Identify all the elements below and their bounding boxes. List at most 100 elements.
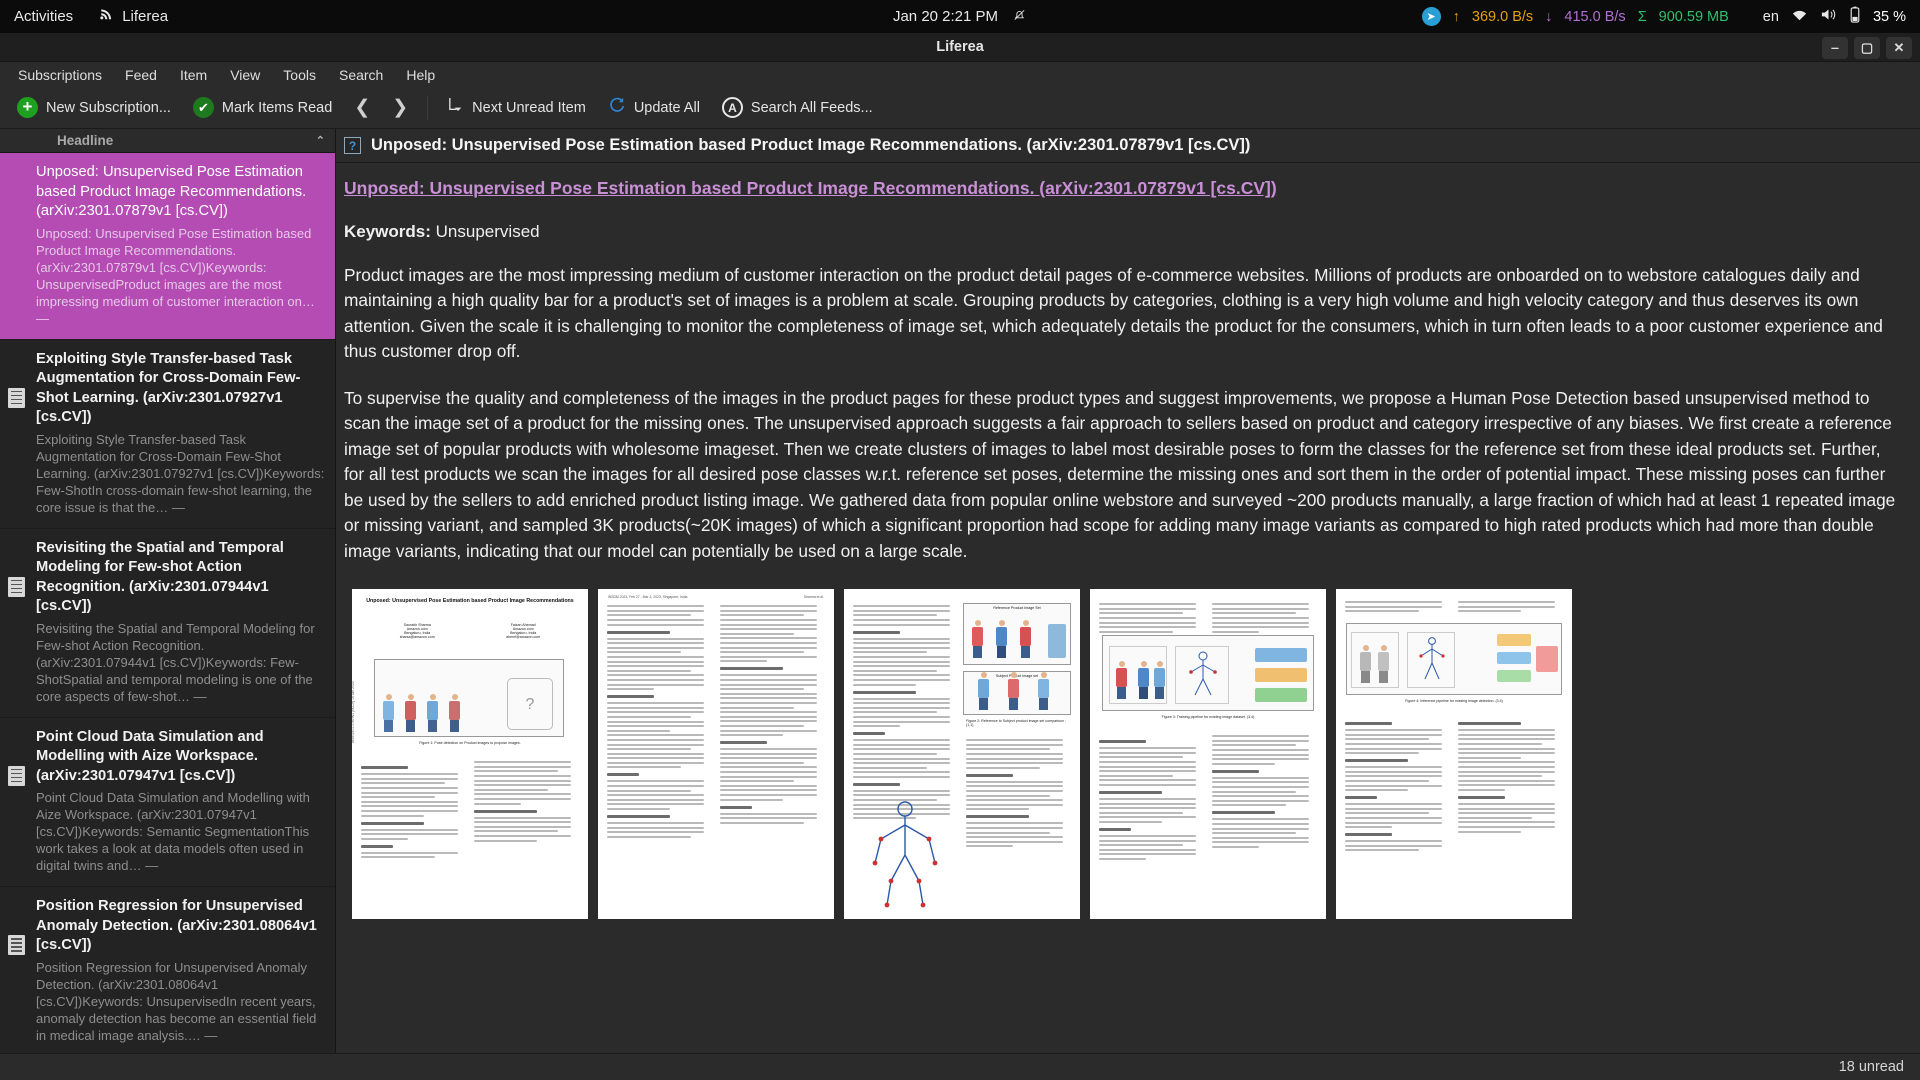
network-total: 900.59 MB bbox=[1658, 8, 1729, 25]
paper-page-thumbnail[interactable]: arXiv:2301.07879v1 [cs.CV] 19 Jan 2023 U… bbox=[352, 589, 588, 920]
update-all-button[interactable]: Update All bbox=[599, 91, 709, 124]
update-all-label: Update All bbox=[633, 99, 700, 116]
battery-percentage: 35 % bbox=[1872, 8, 1906, 25]
search-all-icon: A bbox=[721, 97, 743, 118]
network-up-arrow: ↑ bbox=[1452, 8, 1460, 25]
toolbar-separator bbox=[427, 95, 429, 120]
maximize-button[interactable]: ▢ bbox=[1854, 36, 1880, 59]
network-up-rate: 369.0 B/s bbox=[1471, 8, 1534, 25]
list-item[interactable]: Point Cloud Data Simulation and Modellin… bbox=[0, 718, 335, 887]
sort-caret-icon[interactable]: ⌃ bbox=[316, 134, 325, 147]
gnome-top-bar: Activities Liferea Jan 20 2:21 PM ➤ ↑ 36… bbox=[0, 0, 1920, 33]
paper-figure: Reference Product Image Set bbox=[963, 603, 1071, 666]
list-item[interactable]: Exploiting Style Transfer-based Task Aug… bbox=[0, 340, 335, 529]
author-2: Faizan Ahemad Amazon.com Bengaluru, Indi… bbox=[506, 623, 541, 640]
content-pane: ? Unposed: Unsupervised Pose Estimation … bbox=[336, 129, 1920, 1053]
rss-feed-icon bbox=[99, 7, 114, 26]
mark-items-read-button[interactable]: ✔ Mark Items Read bbox=[184, 92, 341, 123]
battery-icon[interactable] bbox=[1849, 6, 1861, 27]
menu-tools[interactable]: Tools bbox=[273, 64, 326, 86]
content-header: ? Unposed: Unsupervised Pose Estimation … bbox=[336, 129, 1920, 163]
figure-caption: Figure 2: Reference to Subject product i… bbox=[966, 719, 1066, 728]
check-icon: ✔ bbox=[192, 97, 214, 118]
list-item-snippet: Unposed: Unsupervised Pose Estimation ba… bbox=[36, 225, 315, 326]
network-sigma-icon: Σ bbox=[1637, 8, 1647, 25]
figure-caption: Figure 4: Inference pipeline for missing… bbox=[1405, 699, 1503, 704]
page-footer-author: Sharma et al. bbox=[803, 595, 824, 600]
menu-feed[interactable]: Feed bbox=[115, 64, 167, 86]
list-item-title: Unposed: Unsupervised Pose Estimation ba… bbox=[36, 164, 307, 219]
figure-caption: Figure 1: Pose detection on Product imag… bbox=[419, 741, 521, 746]
paper-title: Unposed: Unsupervised Pose Estimation ba… bbox=[366, 598, 574, 605]
item-status-icon bbox=[8, 576, 28, 597]
status-bar: 18 unread bbox=[0, 1053, 1920, 1080]
paper-authors: Saurabh Sharma Amazon.com Bengaluru, Ind… bbox=[364, 623, 576, 639]
plus-icon: + bbox=[17, 97, 38, 118]
item-status-icon bbox=[8, 765, 28, 786]
new-subscription-button[interactable]: + New Subscription... bbox=[8, 92, 180, 123]
keyboard-layout-indicator[interactable]: en bbox=[1763, 9, 1779, 25]
keywords-value: Unsupervised bbox=[435, 221, 540, 241]
item-list-header[interactable]: Headline ⌃ bbox=[0, 129, 335, 153]
pose-skeleton-figure bbox=[872, 801, 938, 908]
window-title: Liferea bbox=[936, 39, 984, 55]
close-button[interactable]: ✕ bbox=[1886, 36, 1912, 59]
article-title-link[interactable]: Unposed: Unsupervised Pose Estimation ba… bbox=[344, 177, 1902, 200]
next-unread-item-button[interactable]: Next Unread Item bbox=[438, 91, 595, 125]
wifi-icon[interactable] bbox=[1791, 8, 1808, 26]
keywords-line: Keywords: Unsupervised bbox=[344, 222, 1902, 242]
paper-page-thumbnail[interactable]: Figure 3: Training pipeline for existing… bbox=[1090, 589, 1326, 920]
list-item-title: Position Regression for Unsupervised Ano… bbox=[36, 898, 317, 953]
mark-items-read-label: Mark Items Read bbox=[221, 99, 333, 116]
document-icon bbox=[8, 765, 25, 786]
new-subscription-label: New Subscription... bbox=[46, 99, 171, 116]
window-titlebar: Liferea ‒ ▢ ✕ bbox=[0, 33, 1920, 62]
minimize-button[interactable]: ‒ bbox=[1822, 36, 1848, 59]
list-item[interactable]: Position Regression for Unsupervised Ano… bbox=[0, 887, 335, 1053]
paper-inference-figure bbox=[1346, 623, 1562, 696]
page-title: Unposed: Unsupervised Pose Estimation ba… bbox=[371, 136, 1251, 154]
menu-help[interactable]: Help bbox=[396, 64, 445, 86]
page-header: WSDM 2023, Feb 27 - Mar 3, 2023, Singapo… bbox=[608, 595, 688, 600]
liferea-window: Liferea ‒ ▢ ✕ Subscriptions Feed Item Vi… bbox=[0, 33, 1920, 1080]
volume-icon[interactable] bbox=[1820, 7, 1837, 26]
document-icon bbox=[8, 576, 25, 597]
item-list-pane: Headline ⌃ Unposed: Unsupervised Pose Es… bbox=[0, 129, 336, 1053]
menubar: Subscriptions Feed Item View Tools Searc… bbox=[0, 62, 1920, 87]
paper-page-thumbnail[interactable]: WSDM 2023, Feb 27 - Mar 3, 2023, Singapo… bbox=[598, 589, 834, 920]
app-name-label: Liferea bbox=[122, 8, 169, 25]
telegram-icon[interactable]: ➤ bbox=[1421, 7, 1441, 26]
network-down-arrow: ↓ bbox=[1545, 8, 1553, 25]
paper-figure: ? bbox=[374, 659, 564, 738]
paper-pipeline-figure bbox=[1102, 635, 1314, 712]
item-list-rows: Unposed: Unsupervised Pose Estimation ba… bbox=[0, 153, 335, 1053]
activities-label: Activities bbox=[14, 8, 74, 25]
menu-subscriptions[interactable]: Subscriptions bbox=[8, 64, 112, 86]
item-status-icon bbox=[8, 387, 28, 408]
abstract-paragraph-2: To supervise the quality and completenes… bbox=[344, 387, 1896, 561]
list-item[interactable]: Revisiting the Spatial and Temporal Mode… bbox=[0, 529, 335, 718]
clock-datetime[interactable]: Jan 20 2:21 PM bbox=[893, 8, 998, 25]
unknown-feed-icon: ? bbox=[344, 137, 361, 154]
list-item[interactable]: Unposed: Unsupervised Pose Estimation ba… bbox=[0, 153, 335, 340]
document-icon bbox=[8, 387, 25, 408]
app-menu-liferea[interactable]: Liferea bbox=[99, 7, 168, 26]
menu-view[interactable]: View bbox=[220, 64, 270, 86]
paper-page-thumbnail[interactable]: Reference Product Image Set Subject Prod… bbox=[844, 589, 1080, 920]
list-item-snippet: Point Cloud Data Simulation and Modellin… bbox=[36, 790, 310, 873]
forward-button[interactable]: ❯ bbox=[383, 94, 417, 121]
paper-page-thumbnail[interactable]: Figure 4: Inference pipeline for missing… bbox=[1336, 589, 1572, 920]
next-unread-item-label: Next Unread Item bbox=[472, 99, 586, 116]
bell-muted-icon[interactable] bbox=[1012, 7, 1027, 27]
activities-button[interactable]: Activities bbox=[14, 8, 73, 25]
menu-search[interactable]: Search bbox=[329, 64, 393, 86]
menu-item[interactable]: Item bbox=[170, 64, 217, 86]
article-scroll-area[interactable]: Unposed: Unsupervised Pose Estimation ba… bbox=[336, 163, 1920, 1053]
search-all-feeds-button[interactable]: A Search All Feeds... bbox=[713, 92, 882, 123]
paper-thumbnail-strip: arXiv:2301.07879v1 [cs.CV] 19 Jan 2023 U… bbox=[344, 585, 1902, 920]
refresh-icon bbox=[608, 96, 626, 119]
headline-column-header: Headline bbox=[57, 133, 114, 148]
back-button[interactable]: ❮ bbox=[345, 94, 379, 121]
item-status-icon bbox=[8, 935, 28, 955]
figure-label-reference: Reference Product Image Set bbox=[993, 606, 1041, 611]
